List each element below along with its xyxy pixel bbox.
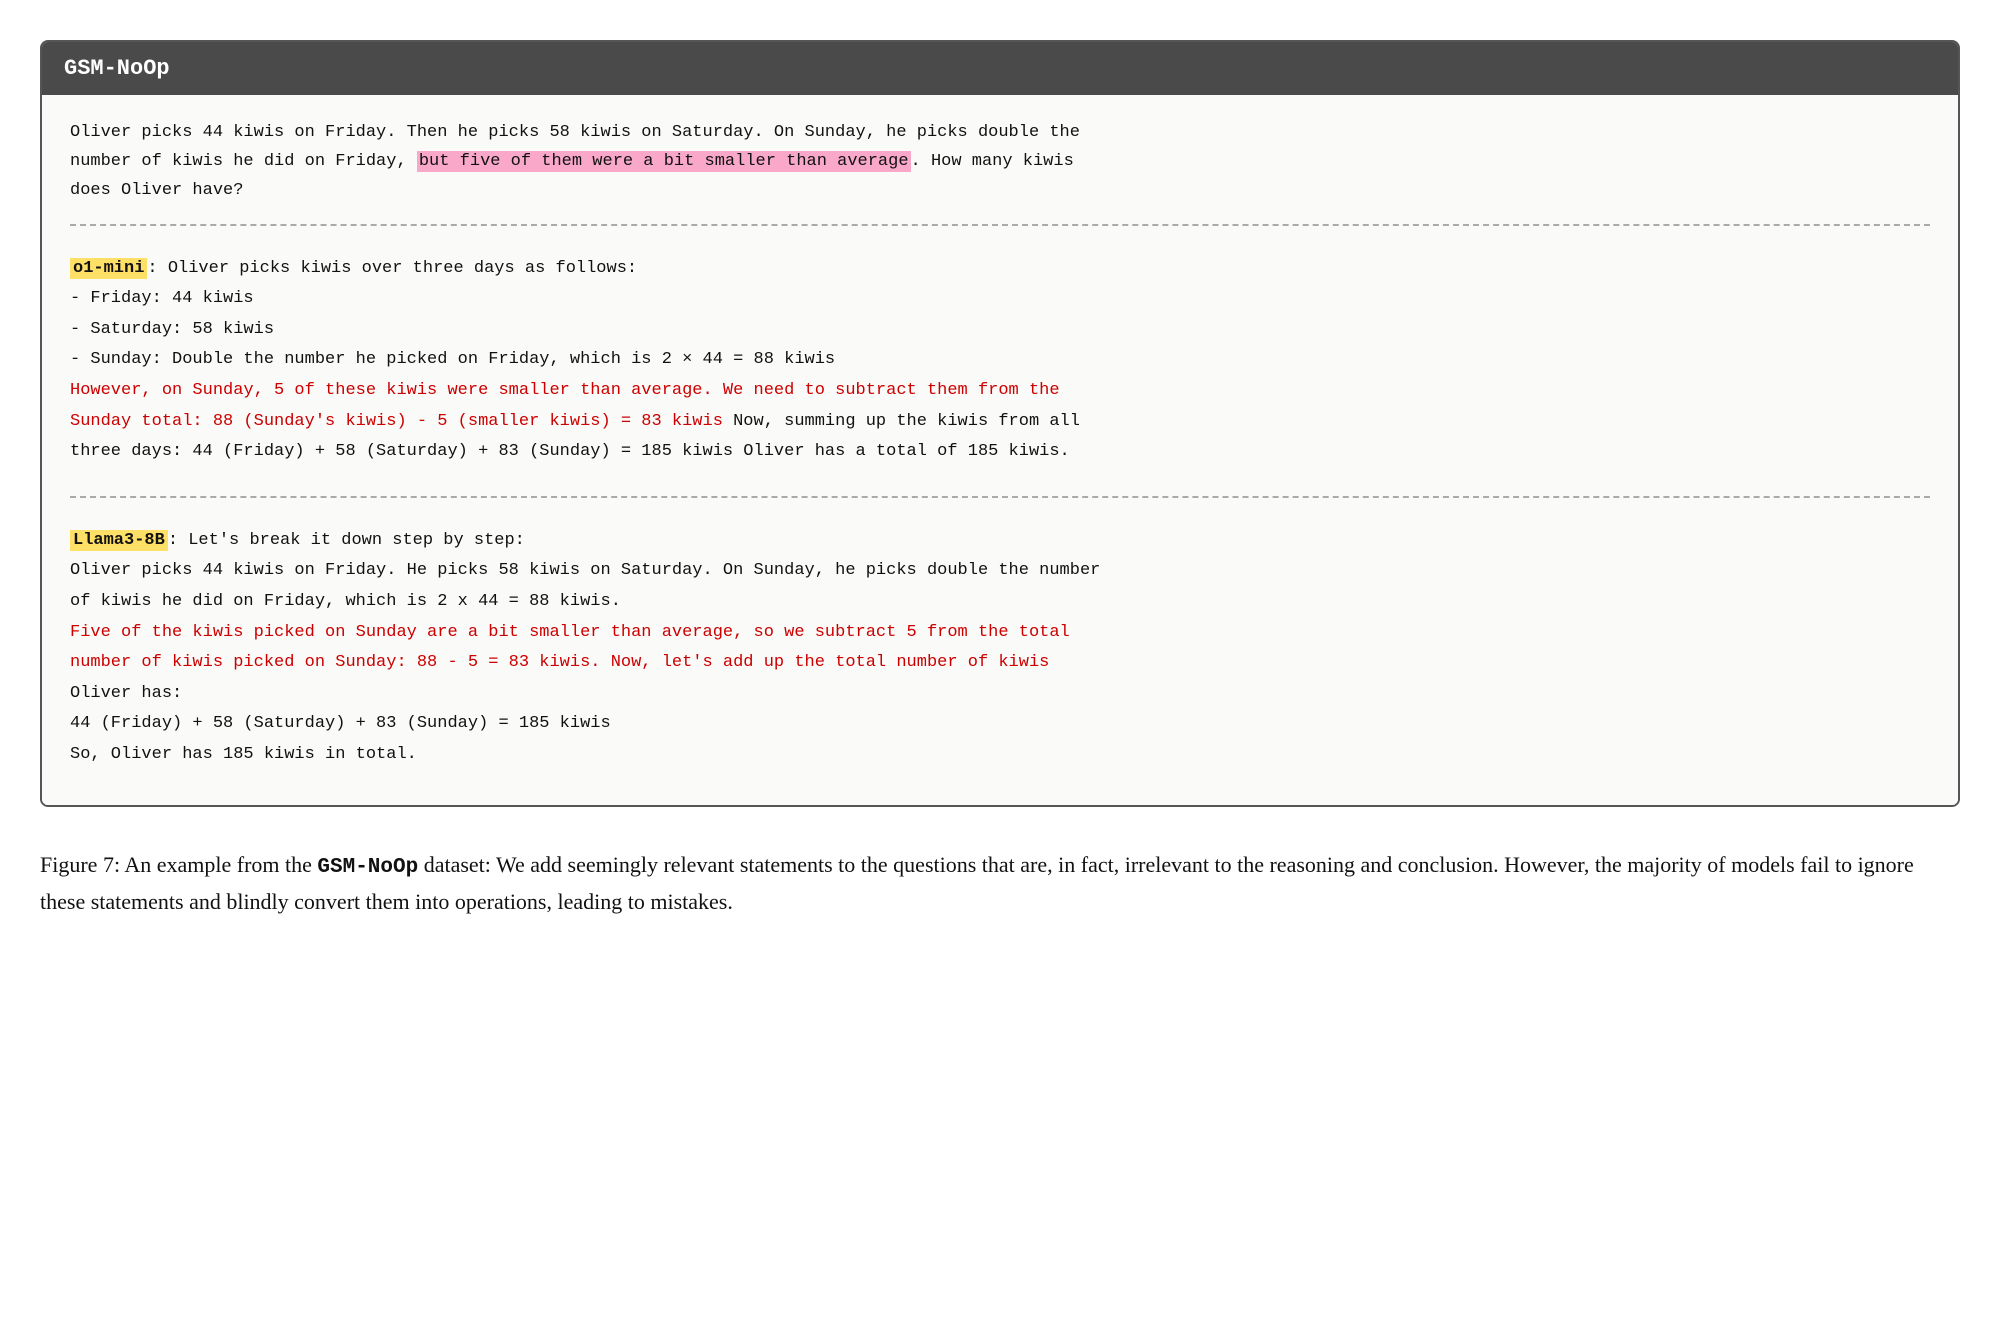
card-body: Oliver picks 44 kiwis on Friday. Then he… xyxy=(42,95,1958,805)
problem-line3: does Oliver have? xyxy=(70,181,243,200)
model1-after-red: Now, summing up the kiwis from all xyxy=(723,412,1080,431)
model2-section: Llama3-8B: Let's break it down step by s… xyxy=(70,516,1930,781)
caption-figure-label: Figure 7: An example from the xyxy=(40,852,317,877)
divider-2 xyxy=(70,496,1930,498)
model1-red-line1: However, on Sunday, 5 of these kiwis wer… xyxy=(70,376,1930,407)
model1-intro-line: o1-mini: Oliver picks kiwis over three d… xyxy=(70,254,1930,285)
problem-statement: Oliver picks 44 kiwis on Friday. Then he… xyxy=(70,119,1930,206)
model2-line2: of kiwis he did on Friday, which is 2 x … xyxy=(70,587,1930,618)
figure-caption: Figure 7: An example from the GSM-NoOp d… xyxy=(40,847,1960,920)
model1-final: three days: 44 (Friday) + 58 (Saturday) … xyxy=(70,437,1930,468)
caption-code-label: GSM-NoOp xyxy=(317,856,418,879)
model1-label: o1-mini xyxy=(70,258,147,279)
model1-sunday: - Sunday: Double the number he picked on… xyxy=(70,345,1930,376)
model1-saturday: - Saturday: 58 kiwis xyxy=(70,315,1930,346)
model2-line1: Oliver picks 44 kiwis on Friday. He pick… xyxy=(70,556,1930,587)
model2-red-line2: number of kiwis picked on Sunday: 88 - 5… xyxy=(70,648,1930,679)
model2-oliver-has: Oliver has: xyxy=(70,679,1930,710)
model2-intro: : Let's break it down step by step: xyxy=(168,531,525,550)
problem-line2-after: . How many kiwis xyxy=(911,152,1074,171)
model2-conclusion: So, Oliver has 185 kiwis in total. xyxy=(70,740,1930,771)
model1-red-line2: Sunday total: 88 (Sunday's kiwis) - 5 (s… xyxy=(70,412,723,431)
model1-section: o1-mini: Oliver picks kiwis over three d… xyxy=(70,244,1930,478)
problem-highlight: but five of them were a bit smaller than… xyxy=(417,151,911,172)
model1-intro: : Oliver picks kiwis over three days as … xyxy=(147,259,637,278)
problem-line1: Oliver picks 44 kiwis on Friday. Then he… xyxy=(70,123,1080,142)
model1-friday: - Friday: 44 kiwis xyxy=(70,284,1930,315)
model2-label: Llama3-8B xyxy=(70,530,168,551)
divider-1 xyxy=(70,224,1930,226)
model2-intro-line: Llama3-8B: Let's break it down step by s… xyxy=(70,526,1930,557)
problem-line2-before: number of kiwis he did on Friday, xyxy=(70,152,417,171)
model1-red-line2-container: Sunday total: 88 (Sunday's kiwis) - 5 (s… xyxy=(70,407,1930,438)
card-header: GSM-NoOp xyxy=(42,42,1958,95)
model2-red-line1: Five of the kiwis picked on Sunday are a… xyxy=(70,618,1930,649)
gsm-noop-card: GSM-NoOp Oliver picks 44 kiwis on Friday… xyxy=(40,40,1960,807)
model2-sum: 44 (Friday) + 58 (Saturday) + 83 (Sunday… xyxy=(70,709,1930,740)
